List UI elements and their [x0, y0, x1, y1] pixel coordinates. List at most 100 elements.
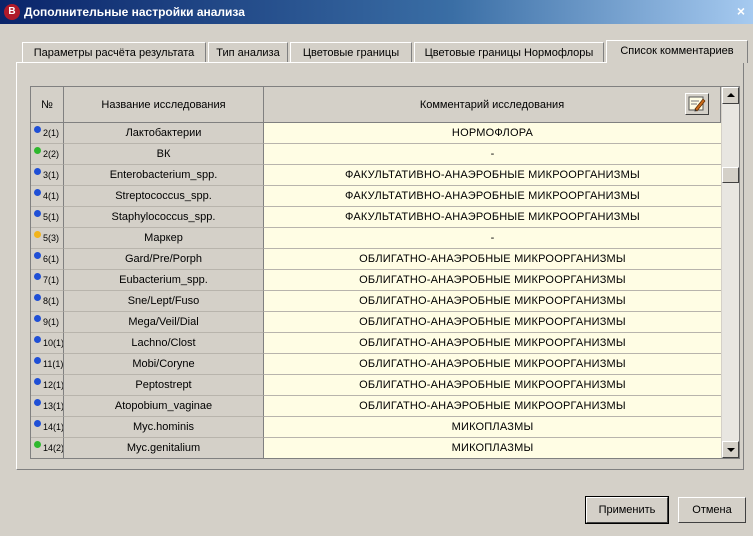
row-num-cell: 8(1) [31, 291, 64, 312]
row-num-cell: 11(1) [31, 354, 64, 375]
row-comment-cell[interactable]: ОБЛИГАТНО-АНАЭРОБНЫЕ МИКРООРГАНИЗМЫ [264, 291, 721, 312]
row-name-cell[interactable]: Sne/Lept/Fuso [64, 291, 264, 312]
row-name-cell[interactable]: ВК [64, 144, 264, 165]
row-comment-cell[interactable]: МИКОПЛАЗМЫ [264, 438, 721, 458]
row-name-cell[interactable]: Лактобактерии [64, 123, 264, 144]
row-name-cell[interactable]: Lachno/Clost [64, 333, 264, 354]
row-comment-cell[interactable]: ФАКУЛЬТАТИВНО-АНАЭРОБНЫЕ МИКРООРГАНИЗМЫ [264, 186, 721, 207]
comments-grid: № Название исследования Комментарий иссл… [30, 86, 740, 459]
row-comment-cell[interactable]: НОРМОФЛОРА [264, 123, 721, 144]
grid-rows: 2(1) Лактобактерии НОРМОФЛОРА 2(2) ВК - … [31, 123, 721, 458]
status-dot-icon [34, 399, 41, 406]
row-name-cell[interactable]: Atopobium_vaginae [64, 396, 264, 417]
row-num-cell: 2(1) [31, 123, 64, 144]
row-name-cell[interactable]: Mobi/Coryne [64, 354, 264, 375]
table-row[interactable]: 14(2) Myc.genitalium МИКОПЛАЗМЫ [31, 438, 721, 458]
row-name-cell[interactable]: Myc.genitalium [64, 438, 264, 458]
status-dot-icon [34, 441, 41, 448]
table-row[interactable]: 11(1) Mobi/Coryne ОБЛИГАТНО-АНАЭРОБНЫЕ М… [31, 354, 721, 375]
cancel-button[interactable]: Отмена [678, 497, 746, 523]
row-comment-cell[interactable]: ОБЛИГАТНО-АНАЭРОБНЫЕ МИКРООРГАНИЗМЫ [264, 249, 721, 270]
row-num-cell: 4(1) [31, 186, 64, 207]
row-name-cell[interactable]: Mega/Veil/Dial [64, 312, 264, 333]
table-row[interactable]: 3(1) Enterobacterium_spp. ФАКУЛЬТАТИВНО-… [31, 165, 721, 186]
row-num-cell: 14(2) [31, 438, 64, 458]
row-num-cell: 9(1) [31, 312, 64, 333]
status-dot-icon [34, 189, 41, 196]
edit-comment-icon [688, 96, 706, 112]
row-name-cell[interactable]: Streptococcus_spp. [64, 186, 264, 207]
table-row[interactable]: 6(1) Gard/Pre/Porph ОБЛИГАТНО-АНАЭРОБНЫЕ… [31, 249, 721, 270]
close-icon[interactable]: × [733, 3, 749, 19]
table-row[interactable]: 5(1) Staphylococcus_spp. ФАКУЛЬТАТИВНО-А… [31, 207, 721, 228]
table-row[interactable]: 10(1) Lachno/Clost ОБЛИГАТНО-АНАЭРОБНЫЕ … [31, 333, 721, 354]
row-comment-cell[interactable]: - [264, 144, 721, 165]
scroll-thumb[interactable] [722, 167, 739, 183]
row-comment-cell[interactable]: ОБЛИГАТНО-АНАЭРОБНЫЕ МИКРООРГАНИЗМЫ [264, 354, 721, 375]
table-row[interactable]: 12(1) Peptostrept ОБЛИГАТНО-АНАЭРОБНЫЕ М… [31, 375, 721, 396]
row-num-cell: 14(1) [31, 417, 64, 438]
scroll-up-button[interactable] [722, 87, 739, 104]
status-dot-icon [34, 168, 41, 175]
table-row[interactable]: 2(1) Лактобактерии НОРМОФЛОРА [31, 123, 721, 144]
scroll-down-button[interactable] [722, 441, 739, 458]
row-name-cell[interactable]: Peptostrept [64, 375, 264, 396]
status-dot-icon [34, 252, 41, 259]
row-name-cell[interactable]: Маркер [64, 228, 264, 249]
tab-comments-list[interactable]: Список комментариев [606, 40, 748, 63]
status-dot-icon [34, 420, 41, 427]
table-row[interactable]: 5(3) Маркер - [31, 228, 721, 249]
row-comment-cell[interactable]: ОБЛИГАТНО-АНАЭРОБНЫЕ МИКРООРГАНИЗМЫ [264, 312, 721, 333]
column-header-comment[interactable]: Комментарий исследования [264, 87, 721, 123]
table-row[interactable]: 4(1) Streptococcus_spp. ФАКУЛЬТАТИВНО-АН… [31, 186, 721, 207]
window-title: Дополнительные настройки анализа [24, 5, 245, 19]
row-comment-cell[interactable]: ОБЛИГАТНО-АНАЭРОБНЫЕ МИКРООРГАНИЗМЫ [264, 333, 721, 354]
row-name-cell[interactable]: Gard/Pre/Porph [64, 249, 264, 270]
row-num-cell: 13(1) [31, 396, 64, 417]
edit-comment-button[interactable] [685, 93, 709, 115]
tab-analysis-type[interactable]: Тип анализа [208, 42, 288, 62]
row-num-cell: 5(3) [31, 228, 64, 249]
row-comment-cell[interactable]: ФАКУЛЬТАТИВНО-АНАЭРОБНЫЕ МИКРООРГАНИЗМЫ [264, 207, 721, 228]
row-name-cell[interactable]: Myc.hominis [64, 417, 264, 438]
row-num-cell: 7(1) [31, 270, 64, 291]
status-dot-icon [34, 336, 41, 343]
app-icon: B [4, 4, 20, 20]
status-dot-icon [34, 294, 41, 301]
status-dot-icon [34, 231, 41, 238]
title-bar[interactable]: B Дополнительные настройки анализа × [0, 0, 753, 24]
arrow-up-icon [727, 93, 735, 97]
status-dot-icon [34, 147, 41, 154]
tab-color-bounds-normoflora[interactable]: Цветовые границы Нормофлоры [414, 42, 604, 62]
row-name-cell[interactable]: Enterobacterium_spp. [64, 165, 264, 186]
row-comment-cell[interactable]: ФАКУЛЬТАТИВНО-АНАЭРОБНЫЕ МИКРООРГАНИЗМЫ [264, 165, 721, 186]
row-num-cell: 5(1) [31, 207, 64, 228]
row-comment-cell[interactable]: МИКОПЛАЗМЫ [264, 417, 721, 438]
row-comment-cell[interactable]: ОБЛИГАТНО-АНАЭРОБНЫЕ МИКРООРГАНИЗМЫ [264, 396, 721, 417]
row-comment-cell[interactable]: ОБЛИГАТНО-АНАЭРОБНЫЕ МИКРООРГАНИЗМЫ [264, 270, 721, 291]
row-name-cell[interactable]: Staphylococcus_spp. [64, 207, 264, 228]
table-row[interactable]: 8(1) Sne/Lept/Fuso ОБЛИГАТНО-АНАЭРОБНЫЕ … [31, 291, 721, 312]
apply-button[interactable]: Применить [585, 496, 669, 524]
status-dot-icon [34, 378, 41, 385]
row-name-cell[interactable]: Eubacterium_spp. [64, 270, 264, 291]
row-comment-cell[interactable]: ОБЛИГАТНО-АНАЭРОБНЫЕ МИКРООРГАНИЗМЫ [264, 375, 721, 396]
table-row[interactable]: 14(1) Myc.hominis МИКОПЛАЗМЫ [31, 417, 721, 438]
table-row[interactable]: 2(2) ВК - [31, 144, 721, 165]
row-num-cell: 10(1) [31, 333, 64, 354]
vertical-scrollbar[interactable] [721, 87, 739, 458]
arrow-down-icon [727, 448, 735, 452]
row-num-cell: 3(1) [31, 165, 64, 186]
table-row[interactable]: 7(1) Eubacterium_spp. ОБЛИГАТНО-АНАЭРОБН… [31, 270, 721, 291]
row-comment-cell[interactable]: - [264, 228, 721, 249]
table-row[interactable]: 13(1) Atopobium_vaginae ОБЛИГАТНО-АНАЭРО… [31, 396, 721, 417]
column-header-name[interactable]: Название исследования [64, 87, 264, 123]
column-header-num[interactable]: № [31, 87, 64, 123]
row-num-cell: 12(1) [31, 375, 64, 396]
table-row[interactable]: 9(1) Mega/Veil/Dial ОБЛИГАТНО-АНАЭРОБНЫЕ… [31, 312, 721, 333]
tab-calc-params[interactable]: Параметры расчёта результата [22, 42, 206, 62]
tab-color-bounds[interactable]: Цветовые границы [290, 42, 412, 62]
column-header-comment-label: Комментарий исследования [419, 99, 565, 111]
status-dot-icon [34, 273, 41, 280]
row-num-cell: 6(1) [31, 249, 64, 270]
